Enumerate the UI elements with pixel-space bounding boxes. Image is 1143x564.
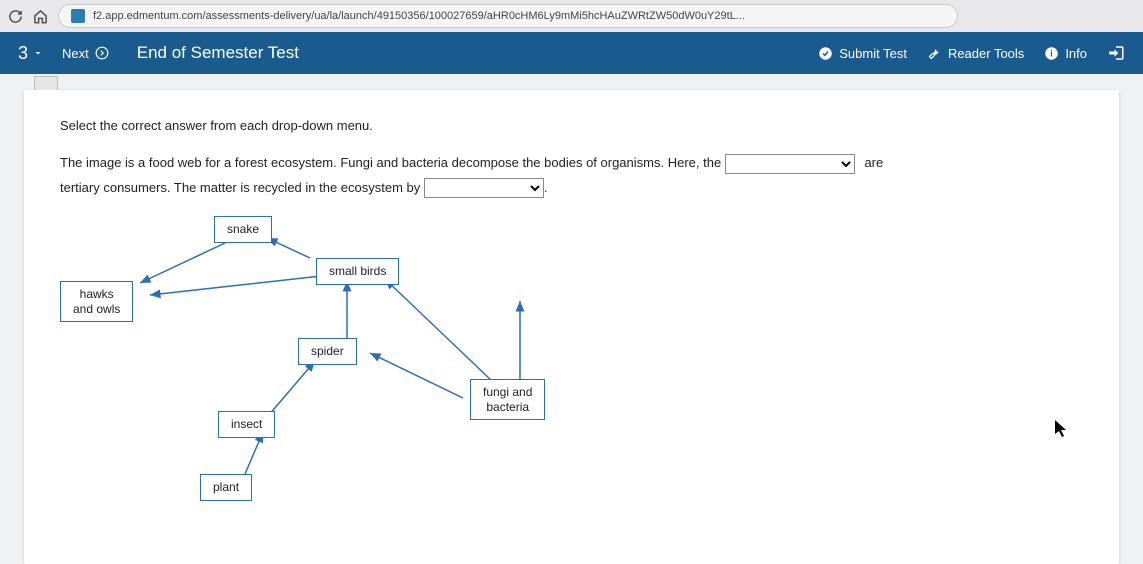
node-plant: plant xyxy=(200,474,252,500)
info-label: Info xyxy=(1065,46,1087,61)
node-snake: snake xyxy=(214,216,272,242)
node-insect: insect xyxy=(218,411,275,437)
question-card: Select the correct answer from each drop… xyxy=(24,90,1119,564)
arrow-right-circle-icon xyxy=(95,46,109,60)
content-area: Select the correct answer from each drop… xyxy=(0,74,1143,564)
info-circle-icon: i xyxy=(1044,46,1059,61)
app-header: 3 Next End of Semester Test Submit Test … xyxy=(0,32,1143,74)
node-hawks-owls: hawks and owls xyxy=(60,281,133,322)
question-number: 3 xyxy=(18,43,28,64)
question-text-1: The image is a food web for a forest eco… xyxy=(60,155,721,170)
url-text: f2.app.edmentum.com/assessments-delivery… xyxy=(93,10,745,22)
dropdown-1[interactable] xyxy=(725,154,855,174)
node-small-birds: small birds xyxy=(316,258,399,284)
next-label: Next xyxy=(62,46,89,61)
question-number-selector[interactable]: 3 xyxy=(18,43,44,64)
card-tab[interactable] xyxy=(34,76,58,90)
node-fungi-bacteria: fungi and bacteria xyxy=(470,379,545,420)
check-circle-icon xyxy=(818,46,833,61)
reader-tools-label: Reader Tools xyxy=(948,46,1024,61)
question-text-after-1: are xyxy=(864,155,883,170)
browser-toolbar: f2.app.edmentum.com/assessments-delivery… xyxy=(0,0,1143,32)
reader-tools-button[interactable]: Reader Tools xyxy=(927,46,1024,61)
url-bar[interactable]: f2.app.edmentum.com/assessments-delivery… xyxy=(58,4,958,28)
question-text-2: tertiary consumers. The matter is recycl… xyxy=(60,180,420,195)
home-icon[interactable] xyxy=(33,9,48,24)
submit-test-button[interactable]: Submit Test xyxy=(818,46,907,61)
dropdown-2[interactable] xyxy=(424,178,544,198)
question-body: The image is a food web for a forest eco… xyxy=(60,151,1083,200)
test-title: End of Semester Test xyxy=(137,43,299,63)
favicon-icon xyxy=(71,9,85,23)
food-web-diagram: snake hawks and owls small birds spider … xyxy=(60,216,680,516)
cursor-icon xyxy=(1055,420,1069,443)
chevron-down-icon xyxy=(32,47,44,59)
reload-icon[interactable] xyxy=(8,9,23,24)
info-button[interactable]: i Info xyxy=(1044,46,1087,61)
submit-label: Submit Test xyxy=(839,46,907,61)
next-button[interactable]: Next xyxy=(62,46,109,61)
svg-text:i: i xyxy=(1051,48,1053,58)
node-spider: spider xyxy=(298,338,357,364)
login-icon[interactable] xyxy=(1107,44,1125,62)
instruction-text: Select the correct answer from each drop… xyxy=(60,118,1083,133)
wrench-icon xyxy=(927,46,942,61)
